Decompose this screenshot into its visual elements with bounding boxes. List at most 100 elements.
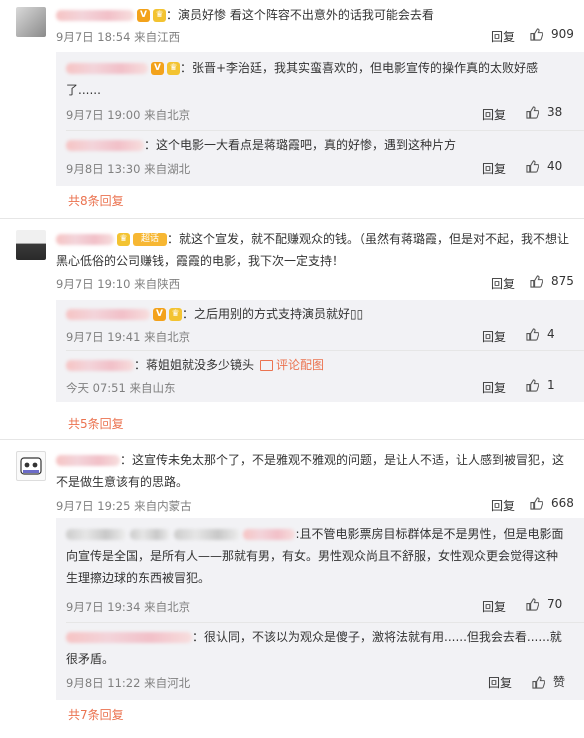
like-button[interactable]: 赞 [532,673,565,690]
username[interactable] [66,632,192,643]
thumbs-up-icon [532,676,546,689]
reply-text-line: 很矛盾。 [66,652,115,666]
comment-item: V ♛ ：演员好惨 看这个阵容不出意外的话我可能会去看 9月7日 18:54 来自江… [0,0,584,220]
username[interactable] [66,309,150,320]
verified-badge-icon: V [151,62,164,75]
reply-meta: 9月7日 19:00 来自北京 [66,108,191,122]
like-button[interactable]: 38 [526,105,562,119]
comment-meta: 9月7日 18:54 来自江西 [56,30,181,44]
like-button[interactable]: 875 [530,274,574,288]
reply-text: V ♛ ：之后用别的方式支持演员就好▯▯ [66,303,363,325]
username[interactable] [243,529,296,540]
comment-text: ：这宣传未免太那个了，不是雅观不雅观的问题，是让人不适，让人感到被冒犯，这 不是做… [56,449,576,493]
reply-text: :且不管电影票房目标群体是不是男性，但是电影面向宣传是全国，是所有人——那就有男… [66,523,580,589]
reply-meta: 9月8日 11:22 来自河北 [66,676,191,690]
comment-text-line: ：就这个宣发，就不配赚观众的钱。（虽然有蒋璐霞，但是对不起，我不想让 [167,232,570,246]
like-button[interactable]: 40 [526,159,562,173]
comment-image-link[interactable]: 评论配图 [254,358,324,372]
reply-text-line: 向宣传是全国，是所有人——那就有男，有女。男性观众尚且不舒服，女性观众更会觉得这… [66,549,559,563]
reply-button[interactable]: 回复 [491,28,515,45]
reply-text: ：蒋姐姐就没多少镜头 评论配图 [66,354,324,376]
comment-item: ：这宣传未免太那个了，不是雅观不雅观的问题，是让人不适，让人感到被冒犯，这 不是做… [0,440,584,738]
like-count: 668 [551,496,574,510]
avatar[interactable] [16,451,46,481]
reply-text-line: ：张晋+李治廷，我其实蛮喜欢的，但电影宣传的操作真的太败好感 [180,61,539,75]
thumbs-up-icon [526,328,540,341]
reply-text-line: ：很认同，不该以为观众是傻子，激将法就有用......但我会去看......就 [192,630,562,644]
reply-button[interactable]: 回复 [482,598,506,615]
reply-button[interactable]: 回复 [482,160,506,177]
crown-badge-icon: ♛ [167,62,180,75]
more-replies-link[interactable]: 共5条回复 [68,415,124,432]
reply-text: ：这个电影一大看点是蒋璐霞吧，真的好惨，遇到这种片方 [66,134,456,156]
comment-text: ♛ 超话 ：就这个宣发，就不配赚观众的钱。（虽然有蒋璐霞，但是对不起，我不想让 黑心低… [56,228,576,272]
reply-text-line: 了...... [66,83,101,97]
username[interactable] [66,529,126,540]
reply-text: ：很认同，不该以为观众是傻子，激将法就有用......但我会去看......就很… [66,626,580,670]
thumbs-up-icon [530,497,544,510]
reply-button[interactable]: 回复 [482,379,506,396]
like-count: 875 [551,274,574,288]
username[interactable] [56,455,120,466]
like-count: 4 [547,327,555,341]
crown-badge-icon: ♛ [117,233,130,246]
reply-button[interactable]: 回复 [482,328,506,345]
reply-box: V ♛ ：张晋+李治廷，我其实蛮喜欢的，但电影宣传的操作真的太败好感 了...... … [56,52,584,186]
reply-text-line: 生理擦边球的东西被冒犯。 [66,571,211,585]
comment-item: ♛ 超话 ：就这个宣发，就不配赚观众的钱。（虽然有蒋璐霞，但是对不起，我不想让 黑心低… [0,219,584,439]
crown-badge-icon: ♛ [169,308,182,321]
like-button[interactable]: 70 [526,597,562,611]
username[interactable] [56,234,114,245]
reply-meta: 9月8日 13:30 来自湖北 [66,162,191,176]
avatar[interactable] [16,7,46,37]
reply-button[interactable]: 回复 [491,497,515,514]
image-icon [260,360,274,371]
thumbs-up-icon [530,275,544,288]
comment-meta: 9月7日 19:10 来自陕西 [56,277,181,291]
thumbs-up-icon [526,106,540,119]
crown-badge-icon: ♛ [153,9,166,22]
username[interactable] [173,529,240,540]
comment-text-line: 不是做生意该有的思路。 [56,475,189,489]
reply-button[interactable]: 回复 [491,275,515,292]
username[interactable] [66,63,148,74]
reply-meta: 9月7日 19:41 来自北京 [66,330,191,344]
reply-item: ：蒋姐姐就没多少镜头 评论配图 今天 07:51 来自山东 回复 1 [56,351,584,402]
like-button[interactable]: 4 [526,327,555,341]
reply-box: V ♛ ：之后用别的方式支持演员就好▯▯ 9月7日 19:41 来自北京 回复 4 … [56,300,584,402]
comment-text-line: V ♛ ：演员好惨 看这个阵容不出意外的话我可能会去看 [56,4,434,26]
username[interactable] [56,10,134,21]
reply-text-line: ：之后用别的方式支持演员就好▯▯ [182,307,364,321]
like-button[interactable]: 1 [526,378,555,392]
like-count: 1 [547,378,555,392]
reply-text-line: :且不管电影票房目标群体是不是男性，但是电影面 [295,527,564,541]
reply-item: ：这个电影一大看点是蒋璐霞吧，真的好惨，遇到这种片方 9月8日 13:30 来自… [56,131,584,186]
thumbs-up-icon [526,160,540,173]
verified-badge-icon: V [153,308,166,321]
comment-meta: 9月7日 19:25 来自内蒙古 [56,499,192,513]
like-count: 70 [547,597,563,611]
reply-item: ：很认同，不该以为观众是傻子，激将法就有用......但我会去看......就很… [56,623,584,700]
comment-text: ：演员好惨 看这个阵容不出意外的话我可能会去看 [166,8,434,22]
like-count: 38 [547,105,563,119]
cartoon-face-icon [20,457,42,475]
reply-button[interactable]: 回复 [482,106,506,123]
like-button[interactable]: 668 [530,496,574,510]
reply-item: V ♛ ：之后用别的方式支持演员就好▯▯ 9月7日 19:41 来自北京 回复 4 [56,300,584,350]
thumbs-up-icon [530,28,544,41]
reply-item: :且不管电影票房目标群体是不是男性，但是电影面向宣传是全国，是所有人——那就有男… [56,518,584,618]
comment-text-line: 黑心低俗的公司赚钱，霞霞的电影，我下次一定支持！ [56,254,345,268]
username[interactable] [129,529,170,540]
like-count: 40 [547,159,563,173]
more-replies-link[interactable]: 共7条回复 [68,706,124,723]
reply-button[interactable]: 回复 [488,674,512,691]
more-replies-link[interactable]: 共8条回复 [68,192,124,209]
comment-thread: V ♛ ：演员好惨 看这个阵容不出意外的话我可能会去看 9月7日 18:54 来自江… [0,0,584,738]
reply-meta: 今天 07:51 来自山东 [66,381,176,395]
like-button[interactable]: 909 [530,27,574,41]
username[interactable] [66,360,134,371]
avatar[interactable] [16,230,46,260]
reply-item: V ♛ ：张晋+李治廷，我其实蛮喜欢的，但电影宣传的操作真的太败好感 了...... … [56,52,584,130]
thumbs-up-icon [526,598,540,611]
username[interactable] [66,140,144,151]
